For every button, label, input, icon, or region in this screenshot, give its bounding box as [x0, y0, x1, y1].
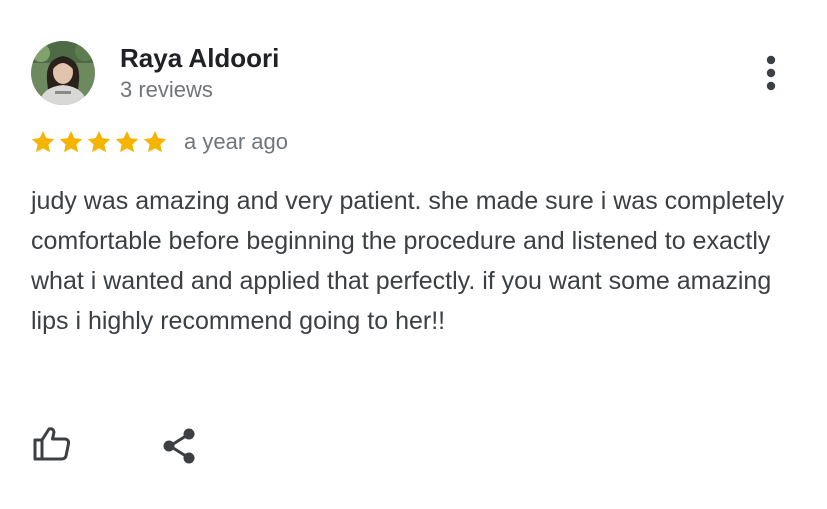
review-card: Raya Aldoori 3 reviews a year ago judy w… [0, 0, 827, 509]
avatar[interactable] [31, 41, 95, 105]
share-icon [163, 428, 195, 464]
reviewer-name[interactable]: Raya Aldoori [120, 42, 279, 74]
review-date: a year ago [184, 129, 288, 154]
review-count: 3 reviews [120, 77, 213, 102]
share-button[interactable] [157, 424, 201, 468]
star-rating [30, 129, 168, 155]
star-icon [59, 130, 83, 153]
star-icon [31, 130, 55, 153]
star-icon [115, 130, 139, 153]
review-text: judy was amazing and very patient. she m… [31, 187, 785, 335]
star-icon [87, 130, 111, 153]
like-button[interactable] [30, 422, 74, 466]
avatar-photo [31, 41, 95, 105]
thumbs-up-icon [33, 427, 71, 461]
more-options-button[interactable] [752, 52, 790, 94]
more-vert-icon [766, 55, 776, 91]
rating-row: a year ago [30, 127, 288, 157]
star-icon [143, 130, 167, 153]
